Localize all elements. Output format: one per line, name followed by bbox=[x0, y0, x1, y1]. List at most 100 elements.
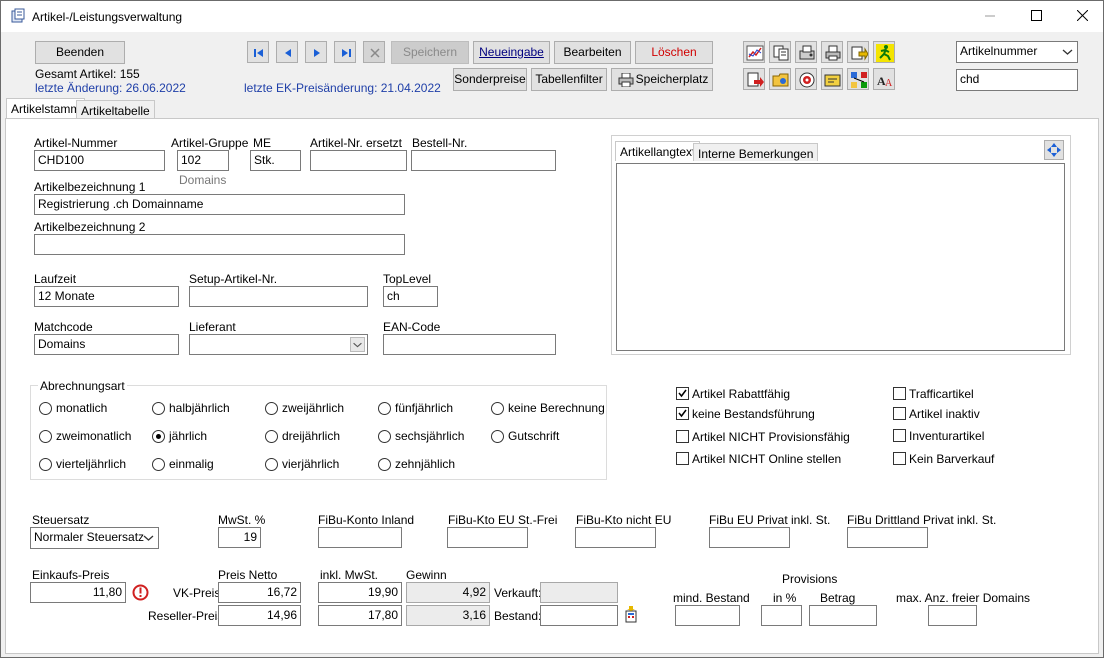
beenden-button[interactable]: Beenden bbox=[35, 41, 125, 64]
tab-artikeltabelle[interactable]: Artikeltabelle bbox=[76, 100, 155, 120]
neueingabe-button[interactable]: Neueingabe bbox=[473, 41, 550, 64]
artikel-gruppe-input[interactable]: 102 bbox=[177, 150, 229, 171]
fax-icon bbox=[799, 45, 815, 60]
inventur-checkbox[interactable] bbox=[893, 429, 906, 442]
sonderpreise-button[interactable]: Sonderpreise bbox=[453, 68, 527, 91]
fibu-eu-input[interactable] bbox=[447, 527, 528, 548]
last-record-button[interactable] bbox=[334, 41, 356, 63]
search-input[interactable]: chd bbox=[956, 69, 1078, 91]
speichern-button[interactable]: Speichern bbox=[391, 41, 469, 64]
provision-prozent-input[interactable] bbox=[761, 605, 802, 626]
bez1-input[interactable]: Registrierung .ch Domainname bbox=[34, 194, 405, 215]
provision-checkbox[interactable] bbox=[676, 430, 689, 443]
folder-tool-button[interactable] bbox=[769, 68, 791, 90]
fibu-nicht-eu-label: FiBu-Kto nicht EU bbox=[576, 513, 672, 527]
abrechnung-option-label: dreijährlich bbox=[282, 429, 341, 443]
abrechnung-radio[interactable] bbox=[491, 430, 504, 443]
matchcode-input[interactable]: Domains bbox=[34, 334, 179, 355]
app-icon bbox=[11, 8, 25, 23]
prev-record-button[interactable] bbox=[276, 41, 298, 63]
stock-calc-icon[interactable] bbox=[623, 606, 640, 623]
fibu-drittland-input[interactable] bbox=[847, 527, 928, 548]
tab-interne-bemerkungen[interactable]: Interne Bemerkungen bbox=[693, 143, 819, 161]
chart-tool-button[interactable] bbox=[743, 41, 765, 63]
search-field-select[interactable]: Artikelnummer bbox=[956, 41, 1078, 63]
mind-bestand-input[interactable] bbox=[675, 605, 740, 626]
print-tool-button[interactable] bbox=[821, 41, 843, 63]
steuersatz-label: Steuersatz bbox=[32, 513, 90, 527]
abrechnung-radio[interactable] bbox=[265, 430, 278, 443]
next-record-button[interactable] bbox=[305, 41, 327, 63]
setup-input[interactable] bbox=[189, 286, 368, 307]
export-tool-button[interactable] bbox=[847, 41, 869, 63]
abrechnung-radio[interactable] bbox=[491, 402, 504, 415]
close-button[interactable] bbox=[1059, 1, 1104, 32]
lieferant-select[interactable] bbox=[189, 334, 368, 355]
provision-betrag-input[interactable] bbox=[809, 605, 877, 626]
loeschen-button[interactable]: Löschen bbox=[635, 41, 713, 64]
abrechnung-option-label: monatlich bbox=[56, 401, 108, 415]
first-record-button[interactable] bbox=[247, 41, 269, 63]
disc-tool-button[interactable] bbox=[795, 68, 817, 90]
bestand-input[interactable] bbox=[540, 605, 618, 626]
fibu-nicht-eu-input[interactable] bbox=[575, 527, 656, 548]
tab-artikellangtext[interactable]: Artikellangtext bbox=[615, 141, 701, 161]
bestand-checkbox[interactable] bbox=[676, 407, 689, 420]
bestell-input[interactable] bbox=[411, 150, 556, 171]
abrechnung-radio[interactable] bbox=[39, 430, 52, 443]
abrechnung-radio[interactable] bbox=[39, 458, 52, 471]
abrechnung-option-label: vierjährlich bbox=[282, 457, 340, 471]
inaktiv-checkbox[interactable] bbox=[893, 407, 906, 420]
online-checkbox[interactable] bbox=[676, 452, 689, 465]
abrechnung-option-label: vierteljährlich bbox=[56, 457, 127, 471]
cancel-record-button[interactable] bbox=[363, 41, 385, 63]
vk-inkl-input[interactable]: 19,90 bbox=[318, 582, 402, 603]
font-tool-button[interactable]: AA bbox=[873, 68, 895, 90]
artikel-nummer-input[interactable]: CHD100 bbox=[34, 150, 165, 171]
minimize-button[interactable] bbox=[967, 1, 1013, 32]
price-alert-icon[interactable] bbox=[132, 584, 149, 601]
abrechnung-radio[interactable] bbox=[265, 458, 278, 471]
abrechnung-radio[interactable] bbox=[152, 402, 165, 415]
ek-input[interactable]: 11,80 bbox=[30, 582, 126, 603]
max-domains-input[interactable] bbox=[928, 605, 977, 626]
reseller-inkl-input[interactable]: 17,80 bbox=[318, 605, 402, 626]
tab-artikelstamm[interactable]: Artikelstamm bbox=[6, 98, 86, 120]
mwst-input[interactable]: 19 bbox=[218, 527, 261, 548]
traffic-checkbox[interactable] bbox=[893, 387, 906, 400]
abrechnung-radio[interactable] bbox=[378, 430, 391, 443]
abrechnung-radio[interactable] bbox=[152, 430, 165, 443]
import-tool-button[interactable] bbox=[743, 68, 765, 90]
ersetzt-input[interactable] bbox=[310, 150, 407, 171]
card-tool-button[interactable] bbox=[821, 68, 843, 90]
abrechnung-radio[interactable] bbox=[265, 402, 278, 415]
barverkauf-checkbox[interactable] bbox=[893, 452, 906, 465]
ean-input[interactable] bbox=[383, 334, 556, 355]
bearbeiten-button[interactable]: Bearbeiten bbox=[554, 41, 631, 64]
abrechnung-radio[interactable] bbox=[378, 402, 391, 415]
fibu-inland-input[interactable] bbox=[318, 527, 402, 548]
rabatt-checkbox[interactable] bbox=[676, 387, 689, 400]
network-tool-button[interactable] bbox=[847, 68, 869, 90]
speicherplatz-button[interactable]: Speicherplatz bbox=[611, 68, 713, 91]
vk-netto-input[interactable]: 16,72 bbox=[218, 582, 301, 603]
copy-tool-button[interactable] bbox=[769, 41, 791, 63]
next-icon bbox=[314, 49, 320, 57]
fibu-eu-privat-input[interactable] bbox=[709, 527, 790, 548]
expand-text-button[interactable] bbox=[1044, 140, 1064, 160]
me-input[interactable]: Stk. bbox=[250, 150, 301, 171]
toplevel-input[interactable]: ch bbox=[383, 286, 438, 307]
exit-tool-button[interactable] bbox=[873, 41, 895, 63]
laufzeit-input[interactable]: 12 Monate bbox=[34, 286, 179, 307]
steuersatz-select[interactable]: Normaler Steuersatz bbox=[30, 527, 159, 549]
fax-tool-button[interactable] bbox=[795, 41, 817, 63]
tabellenfilter-button[interactable]: Tabellenfilter bbox=[531, 68, 607, 91]
bez2-input[interactable] bbox=[34, 234, 405, 255]
bestand-field-label: Bestand: bbox=[494, 609, 542, 623]
abrechnung-radio[interactable] bbox=[152, 458, 165, 471]
reseller-netto-input[interactable]: 14,96 bbox=[218, 605, 301, 626]
abrechnung-radio[interactable] bbox=[378, 458, 391, 471]
artikellangtext-memo[interactable] bbox=[616, 163, 1065, 351]
maximize-button[interactable] bbox=[1013, 1, 1059, 32]
abrechnung-radio[interactable] bbox=[39, 402, 52, 415]
